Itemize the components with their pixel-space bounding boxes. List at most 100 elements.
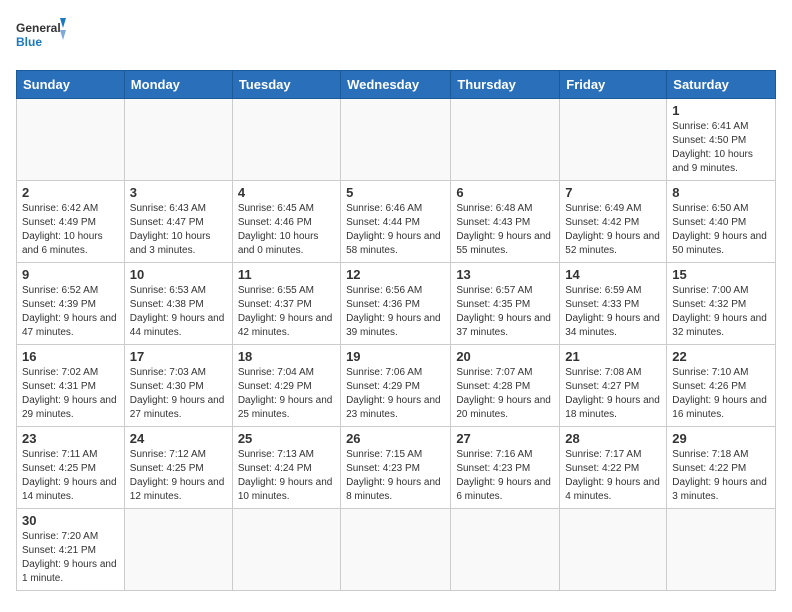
day-number: 6 (456, 185, 554, 200)
calendar-cell (232, 99, 340, 181)
day-info: Sunrise: 6:42 AMSunset: 4:49 PMDaylight:… (22, 202, 119, 258)
day-info: Sunrise: 6:50 AMSunset: 4:40 PMDaylight:… (672, 202, 770, 258)
svg-text:Blue: Blue (16, 35, 42, 49)
day-info: Sunrise: 7:00 AMSunset: 4:32 PMDaylight:… (672, 284, 770, 340)
day-number: 24 (130, 431, 227, 446)
day-number: 19 (346, 349, 445, 364)
calendar-cell: 25 Sunrise: 7:13 AMSunset: 4:24 PMDayligh… (232, 427, 340, 509)
calendar-cell (667, 509, 776, 591)
calendar-cell: 23 Sunrise: 7:11 AMSunset: 4:25 PMDayligh… (17, 427, 125, 509)
calendar-cell: 5 Sunrise: 6:46 AMSunset: 4:44 PMDaylight… (341, 181, 451, 263)
day-info: Sunrise: 6:55 AMSunset: 4:37 PMDaylight:… (238, 284, 335, 340)
calendar-cell: 12 Sunrise: 6:56 AMSunset: 4:36 PMDayligh… (341, 263, 451, 345)
day-info: Sunrise: 7:04 AMSunset: 4:29 PMDaylight:… (238, 366, 335, 422)
calendar-cell (451, 509, 560, 591)
day-number: 3 (130, 185, 227, 200)
day-info: Sunrise: 7:18 AMSunset: 4:22 PMDaylight:… (672, 448, 770, 504)
calendar-cell: 7 Sunrise: 6:49 AMSunset: 4:42 PMDaylight… (560, 181, 667, 263)
calendar-cell: 16 Sunrise: 7:02 AMSunset: 4:31 PMDayligh… (17, 345, 125, 427)
day-info: Sunrise: 7:10 AMSunset: 4:26 PMDaylight:… (672, 366, 770, 422)
day-number: 26 (346, 431, 445, 446)
day-number: 4 (238, 185, 335, 200)
col-header-thursday: Thursday (451, 71, 560, 99)
calendar-cell: 6 Sunrise: 6:48 AMSunset: 4:43 PMDaylight… (451, 181, 560, 263)
day-info: Sunrise: 7:12 AMSunset: 4:25 PMDaylight:… (130, 448, 227, 504)
day-info: Sunrise: 6:53 AMSunset: 4:38 PMDaylight:… (130, 284, 227, 340)
page-header: General Blue (16, 16, 776, 60)
day-info: Sunrise: 7:15 AMSunset: 4:23 PMDaylight:… (346, 448, 445, 504)
calendar-table: SundayMondayTuesdayWednesdayThursdayFrid… (16, 70, 776, 591)
day-number: 11 (238, 267, 335, 282)
calendar-cell: 28 Sunrise: 7:17 AMSunset: 4:22 PMDayligh… (560, 427, 667, 509)
calendar-cell: 15 Sunrise: 7:00 AMSunset: 4:32 PMDayligh… (667, 263, 776, 345)
calendar-cell: 26 Sunrise: 7:15 AMSunset: 4:23 PMDayligh… (341, 427, 451, 509)
day-number: 18 (238, 349, 335, 364)
day-number: 25 (238, 431, 335, 446)
day-info: Sunrise: 6:43 AMSunset: 4:47 PMDaylight:… (130, 202, 227, 258)
day-info: Sunrise: 6:46 AMSunset: 4:44 PMDaylight:… (346, 202, 445, 258)
day-number: 27 (456, 431, 554, 446)
day-number: 5 (346, 185, 445, 200)
calendar-week-2: 2 Sunrise: 6:42 AMSunset: 4:49 PMDaylight… (17, 181, 776, 263)
day-info: Sunrise: 6:56 AMSunset: 4:36 PMDaylight:… (346, 284, 445, 340)
day-info: Sunrise: 7:11 AMSunset: 4:25 PMDaylight:… (22, 448, 119, 504)
calendar-week-3: 9Sunrise: 6:52 AMSunset: 4:39 PMDaylight… (17, 263, 776, 345)
day-number: 23 (22, 431, 119, 446)
col-header-monday: Monday (124, 71, 232, 99)
day-number: 10 (130, 267, 227, 282)
day-info: Sunrise: 7:07 AMSunset: 4:28 PMDaylight:… (456, 366, 554, 422)
day-number: 8 (672, 185, 770, 200)
calendar-cell: 20 Sunrise: 7:07 AMSunset: 4:28 PMDayligh… (451, 345, 560, 427)
day-number: 2 (22, 185, 119, 200)
calendar-cell (17, 99, 125, 181)
calendar-cell (341, 99, 451, 181)
calendar-cell (341, 509, 451, 591)
calendar-cell: 1 Sunrise: 6:41 AMSunset: 4:50 PMDaylight… (667, 99, 776, 181)
calendar-week-4: 16 Sunrise: 7:02 AMSunset: 4:31 PMDayligh… (17, 345, 776, 427)
day-number: 29 (672, 431, 770, 446)
calendar-cell: 19 Sunrise: 7:06 AMSunset: 4:29 PMDayligh… (341, 345, 451, 427)
day-info: Sunrise: 6:48 AMSunset: 4:43 PMDaylight:… (456, 202, 554, 258)
calendar-cell (560, 99, 667, 181)
day-number: 14 (565, 267, 661, 282)
calendar-week-6: 30Sunrise: 7:20 AMSunset: 4:21 PMDayligh… (17, 509, 776, 591)
svg-text:General: General (16, 21, 61, 35)
calendar-cell: 2 Sunrise: 6:42 AMSunset: 4:49 PMDaylight… (17, 181, 125, 263)
day-number: 7 (565, 185, 661, 200)
day-number: 20 (456, 349, 554, 364)
day-number: 17 (130, 349, 227, 364)
calendar-cell: 29 Sunrise: 7:18 AMSunset: 4:22 PMDayligh… (667, 427, 776, 509)
day-info: Sunrise: 7:13 AMSunset: 4:24 PMDaylight:… (238, 448, 335, 504)
calendar-cell: 8 Sunrise: 6:50 AMSunset: 4:40 PMDaylight… (667, 181, 776, 263)
day-info: Sunrise: 7:02 AMSunset: 4:31 PMDaylight:… (22, 366, 119, 422)
day-number: 21 (565, 349, 661, 364)
day-number: 16 (22, 349, 119, 364)
day-info: Sunrise: 6:41 AMSunset: 4:50 PMDaylight:… (672, 120, 770, 176)
calendar-week-1: 1 Sunrise: 6:41 AMSunset: 4:50 PMDaylight… (17, 99, 776, 181)
calendar-cell: 9Sunrise: 6:52 AMSunset: 4:39 PMDaylight… (17, 263, 125, 345)
day-info: Sunrise: 7:17 AMSunset: 4:22 PMDaylight:… (565, 448, 661, 504)
day-number: 1 (672, 103, 770, 118)
calendar-week-5: 23 Sunrise: 7:11 AMSunset: 4:25 PMDayligh… (17, 427, 776, 509)
calendar-cell (560, 509, 667, 591)
day-info: Sunrise: 6:52 AMSunset: 4:39 PMDaylight:… (22, 284, 119, 340)
day-number: 13 (456, 267, 554, 282)
calendar-cell: 30Sunrise: 7:20 AMSunset: 4:21 PMDayligh… (17, 509, 125, 591)
day-info: Sunrise: 6:45 AMSunset: 4:46 PMDaylight:… (238, 202, 335, 258)
calendar-cell: 10 Sunrise: 6:53 AMSunset: 4:38 PMDayligh… (124, 263, 232, 345)
day-info: Sunrise: 6:57 AMSunset: 4:35 PMDaylight:… (456, 284, 554, 340)
col-header-tuesday: Tuesday (232, 71, 340, 99)
calendar-cell: 13 Sunrise: 6:57 AMSunset: 4:35 PMDayligh… (451, 263, 560, 345)
day-number: 12 (346, 267, 445, 282)
day-number: 15 (672, 267, 770, 282)
day-number: 28 (565, 431, 661, 446)
day-info: Sunrise: 6:49 AMSunset: 4:42 PMDaylight:… (565, 202, 661, 258)
day-info: Sunrise: 7:06 AMSunset: 4:29 PMDaylight:… (346, 366, 445, 422)
day-number: 30 (22, 513, 119, 528)
day-info: Sunrise: 6:59 AMSunset: 4:33 PMDaylight:… (565, 284, 661, 340)
calendar-cell (124, 509, 232, 591)
logo: General Blue (16, 16, 66, 60)
calendar-cell (232, 509, 340, 591)
calendar-cell (124, 99, 232, 181)
calendar-cell: 17Sunrise: 7:03 AMSunset: 4:30 PMDayligh… (124, 345, 232, 427)
